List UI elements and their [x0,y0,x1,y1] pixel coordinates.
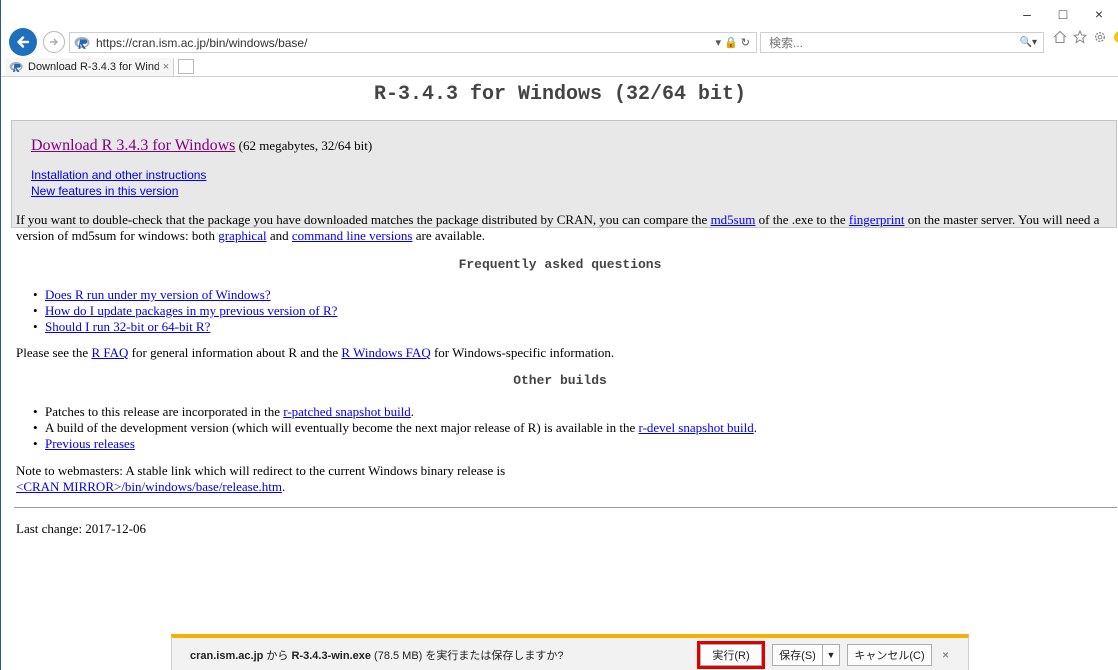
search-box[interactable]: 🔍▾ [760,32,1044,53]
save-dropdown-button[interactable]: ▼ [822,644,840,666]
tab-bar: Download R-3.4.3 for Wind... × [1,58,1118,77]
faq-list: Does R run under my version of Windows? … [33,287,337,335]
arrow-right-icon [50,38,58,46]
list-item: How do I update packages in my previous … [33,303,337,319]
installation-instructions-link[interactable]: Installation and other instructions [31,167,206,183]
divider [14,507,1117,508]
download-size: (62 megabytes, 32/64 bit) [235,138,373,153]
other-builds-heading: Other builds [513,373,607,388]
md5sum-link[interactable]: md5sum [711,212,756,227]
star-icon[interactable] [1073,30,1087,44]
command-line-versions-link[interactable]: command line versions [292,228,413,243]
run-button[interactable]: 実行(R) [697,641,765,669]
r-faq-link[interactable]: R FAQ [91,345,128,360]
download-r-link[interactable]: Download R 3.4.3 for Windows [31,137,235,154]
forward-button[interactable] [43,31,65,53]
home-icon[interactable] [1053,30,1067,44]
text: Please see the [16,345,92,360]
r-logo-icon [74,36,90,49]
download-sublinks: Installation and other instructions New … [31,167,206,199]
maximize-button[interactable]: □ [1045,2,1081,26]
tab-close-icon[interactable]: × [159,61,173,73]
graphical-link[interactable]: graphical [218,228,266,243]
list-item: Previous releases [33,436,757,452]
address-bar[interactable]: https://cran.ism.ac.jp/bin/windows/base/… [69,32,757,53]
text: for general information about R and the [128,345,342,360]
r-patched-link[interactable]: r-patched snapshot build [283,404,411,419]
download-line: Download R 3.4.3 for Windows (62 megabyt… [31,137,372,155]
download-host: cran.ism.ac.jp [190,650,264,662]
r-logo-icon [9,61,23,73]
list-item: Does R run under my version of Windows? [33,287,337,303]
last-change: Last change: 2017-12-06 [16,521,146,536]
minimize-button[interactable]: – [1009,2,1045,26]
fingerprint-link[interactable]: fingerprint [849,212,905,227]
text: for Windows-specific information. [430,345,615,360]
cancel-button[interactable]: キャンセル(C) [847,644,932,666]
new-tab-button[interactable] [178,59,194,74]
page-title: R-3.4.3 for Windows (32/64 bit) [373,83,747,106]
text: If you want to double-check that the pac… [16,212,711,227]
text: A build of the development version (whic… [45,420,639,435]
browser-window: – □ × https://cran.ism.ac.jp/bin/windows… [0,0,1118,670]
tab-r-download[interactable]: Download R-3.4.3 for Wind... × [5,58,174,76]
search-input[interactable] [767,34,1020,51]
browser-toolbar: – □ × https://cran.ism.ac.jp/bin/windows… [1,0,1118,58]
text: are available. [412,228,486,243]
faq-32-64-bit-link[interactable]: Should I run 32-bit or 64-bit R? [45,319,210,334]
new-features-link[interactable]: New features in this version [31,183,206,199]
other-builds-list: Patches to this release are incorporated… [33,404,757,452]
webmasters-note: Note to webmasters: A stable link which … [16,463,1116,495]
faq-update-packages-link[interactable]: How do I update packages in my previous … [45,303,337,318]
text: . [281,479,286,494]
text: から [263,650,292,662]
arrow-left-icon [17,36,30,48]
text: and [266,228,292,243]
download-filename: R-3.4.3-win.exe [291,650,371,662]
text: of the .exe to the [755,212,849,227]
webmasters-link-line: <CRAN MIRROR>/bin/windows/base/release.h… [16,479,1116,495]
close-window-button[interactable]: × [1081,2,1117,26]
webmasters-text: Note to webmasters: A stable link which … [16,463,506,478]
text: (78.5 MB) を実行または保存しますか? [370,650,564,662]
list-item: Should I run 32-bit or 64-bit R? [33,319,337,335]
download-prompt: cran.ism.ac.jp から R-3.4.3-win.exe (78.5 … [190,647,564,663]
checksum-paragraph: If you want to double-check that the pac… [16,212,1116,244]
previous-releases-link[interactable]: Previous releases [45,436,135,451]
faq-heading: Frequently asked questions [458,257,662,272]
faq-windows-version-link[interactable]: Does R run under my version of Windows? [45,287,271,302]
save-button[interactable]: 保存(S) [772,644,822,666]
gear-icon[interactable] [1093,30,1107,44]
toolbar-icons [1053,30,1118,44]
tab-title: Download R-3.4.3 for Wind... [28,61,159,73]
close-notification-icon[interactable]: × [942,648,949,662]
rfaq-paragraph: Please see the R FAQ for general informa… [16,345,1116,361]
list-item: A build of the development version (whic… [33,420,757,436]
text: . [753,420,758,435]
r-windows-faq-link[interactable]: R Windows FAQ [341,345,430,360]
list-item: Patches to this release are incorporated… [33,404,757,420]
release-htm-link[interactable]: <CRAN MIRROR>/bin/windows/base/release.h… [16,479,282,494]
window-controls: – □ × [1009,2,1117,26]
download-notification-bar: cran.ism.ac.jp から R-3.4.3-win.exe (78.5 … [171,634,969,670]
address-tools[interactable]: ▾ 🔒 ↻ [715,36,756,49]
page-content: R-3.4.3 for Windows (32/64 bit) Download… [1,77,1118,670]
text: Patches to this release are incorporated… [45,404,284,419]
address-url: https://cran.ism.ac.jp/bin/windows/base/ [96,35,308,50]
text: . [410,404,415,419]
r-devel-link[interactable]: r-devel snapshot build [639,420,754,435]
smiley-icon[interactable] [1113,30,1118,44]
back-button[interactable] [9,28,37,56]
search-icon[interactable]: 🔍▾ [1020,37,1043,48]
